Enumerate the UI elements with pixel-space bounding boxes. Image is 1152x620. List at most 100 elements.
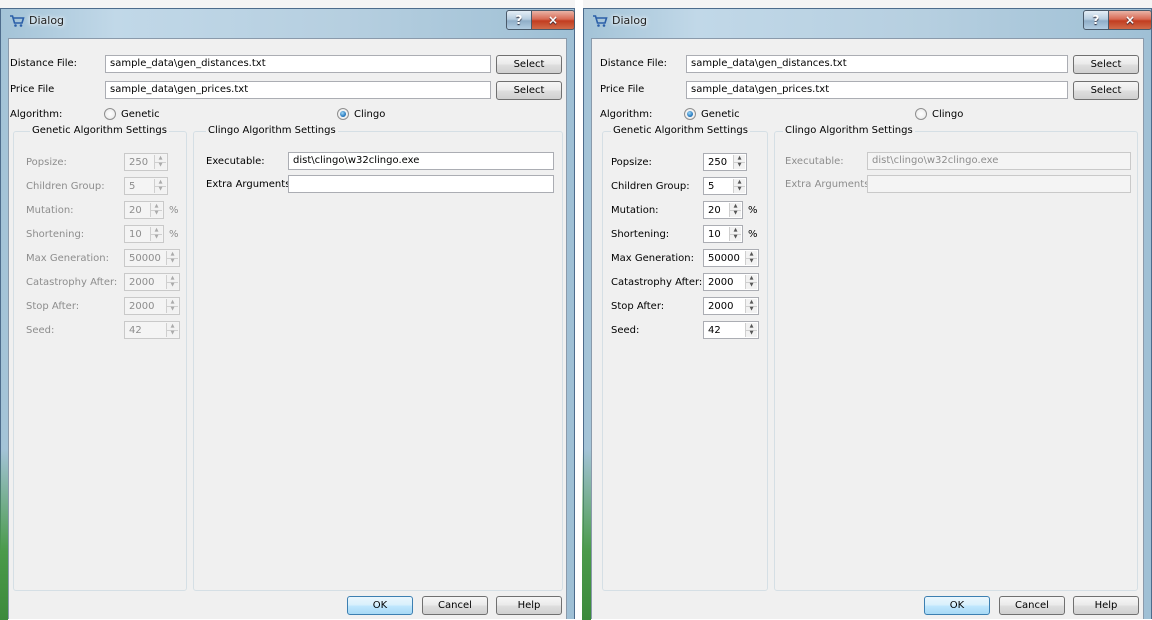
seed-spinbox[interactable]: 42 ▲ ▼ [124, 321, 180, 339]
distance-select-button[interactable]: Select [496, 55, 562, 74]
stop-after-spinbox[interactable]: 2000 ▲ ▼ [703, 297, 759, 315]
genetic-radio-label: Genetic [701, 108, 740, 120]
ok-button[interactable]: OK [924, 596, 990, 615]
radio-button[interactable] [337, 108, 349, 120]
children-group-spinbox[interactable]: 5 ▲ ▼ [124, 177, 168, 195]
param-label: Popsize: [611, 157, 652, 168]
param-label: Mutation: [611, 205, 659, 216]
popsize-spinbox[interactable]: 250 ▲ ▼ [124, 153, 168, 171]
executable-input[interactable]: dist\clingo\w32clingo.exe [867, 152, 1131, 170]
genetic-group-title: Genetic Algorithm Settings [611, 125, 750, 136]
spin-down-icon[interactable]: ▼ [167, 257, 178, 265]
spin-value: 250 [708, 157, 728, 168]
spin-arrows[interactable]: ▲ ▼ [745, 251, 757, 265]
title-bar[interactable]: Dialog ? × [1, 9, 575, 33]
executable-label: Executable: [206, 156, 265, 167]
title-help-button[interactable]: ? [506, 10, 532, 30]
radio-button[interactable] [684, 108, 696, 120]
genetic-radio[interactable]: Genetic [104, 108, 160, 120]
question-icon: ? [1092, 13, 1100, 27]
help-button[interactable]: Help [496, 596, 562, 615]
shortening-spinbox[interactable]: 10 ▲ ▼ [124, 225, 164, 243]
price-file-input[interactable]: sample_data\gen_prices.txt [105, 81, 491, 99]
spin-arrows[interactable]: ▲ ▼ [150, 203, 162, 217]
spin-down-icon[interactable]: ▼ [167, 281, 178, 289]
param-label: Stop After: [26, 301, 80, 312]
title-close-button[interactable]: × [531, 10, 575, 30]
title-close-button[interactable]: × [1108, 10, 1152, 30]
mutation-spinbox[interactable]: 20 ▲ ▼ [124, 201, 164, 219]
clingo-radio[interactable]: Clingo [337, 108, 385, 120]
radio-button[interactable] [915, 108, 927, 120]
spin-arrows[interactable]: ▲ ▼ [745, 275, 757, 289]
popsize-spinbox[interactable]: 250 ▲ ▼ [703, 153, 747, 171]
catastrophy-after-spinbox[interactable]: 2000 ▲ ▼ [703, 273, 759, 291]
spin-arrows[interactable]: ▲ ▼ [729, 203, 741, 217]
spin-down-icon[interactable]: ▼ [734, 161, 745, 169]
title-help-button[interactable]: ? [1083, 10, 1109, 30]
title-bar[interactable]: Dialog ? × [584, 9, 1152, 33]
spin-arrows[interactable]: ▲ ▼ [166, 275, 178, 289]
spin-arrows[interactable]: ▲ ▼ [745, 323, 757, 337]
spin-arrows[interactable]: ▲ ▼ [733, 179, 745, 193]
spin-down-icon[interactable]: ▼ [746, 257, 757, 265]
stop-after-spinbox[interactable]: 2000 ▲ ▼ [124, 297, 180, 315]
clingo-radio[interactable]: Clingo [915, 108, 963, 120]
price-select-button[interactable]: Select [496, 81, 562, 100]
spin-down-icon[interactable]: ▼ [730, 209, 741, 217]
param-label: Children Group: [26, 181, 105, 192]
spin-down-icon[interactable]: ▼ [155, 161, 166, 169]
spin-down-icon[interactable]: ▼ [746, 281, 757, 289]
help-button[interactable]: Help [1073, 596, 1139, 615]
spin-down-icon[interactable]: ▼ [746, 305, 757, 313]
radio-button[interactable] [104, 108, 116, 120]
spin-down-icon[interactable]: ▼ [155, 185, 166, 193]
seed-spinbox[interactable]: 42 ▲ ▼ [703, 321, 759, 339]
spin-arrows[interactable]: ▲ ▼ [166, 299, 178, 313]
catastrophy-after-spinbox[interactable]: 2000 ▲ ▼ [124, 273, 180, 291]
spin-down-icon[interactable]: ▼ [167, 329, 178, 337]
dialog-window-clingo: Dialog ? × Distance File: sample_data\ge… [0, 8, 575, 620]
cancel-button[interactable]: Cancel [999, 596, 1065, 615]
extra-arguments-input[interactable] [867, 175, 1131, 193]
mutation-spinbox[interactable]: 20 ▲ ▼ [703, 201, 743, 219]
distance-select-button[interactable]: Select [1073, 55, 1139, 74]
executable-input[interactable]: dist\clingo\w32clingo.exe [288, 152, 554, 170]
price-select-button[interactable]: Select [1073, 81, 1139, 100]
executable-label: Executable: [785, 156, 844, 167]
spin-down-icon[interactable]: ▼ [734, 185, 745, 193]
extra-arguments-label: Extra Arguments: [206, 179, 294, 190]
spin-arrows[interactable]: ▲ ▼ [733, 155, 745, 169]
spin-value: 20 [708, 205, 721, 216]
ok-button[interactable]: OK [347, 596, 413, 615]
spin-down-icon[interactable]: ▼ [730, 233, 741, 241]
price-file-input[interactable]: sample_data\gen_prices.txt [686, 81, 1068, 99]
genetic-group-title: Genetic Algorithm Settings [30, 125, 169, 136]
extra-arguments-input[interactable] [288, 175, 554, 193]
children-group-spinbox[interactable]: 5 ▲ ▼ [703, 177, 747, 195]
percent-suffix: % [748, 229, 758, 240]
max-generation-spinbox[interactable]: 50000 ▲ ▼ [124, 249, 180, 267]
max-generation-spinbox[interactable]: 50000 ▲ ▼ [703, 249, 759, 267]
spin-arrows[interactable]: ▲ ▼ [154, 155, 166, 169]
spin-arrows[interactable]: ▲ ▼ [745, 299, 757, 313]
spin-down-icon[interactable]: ▼ [151, 233, 162, 241]
spin-down-icon[interactable]: ▼ [151, 209, 162, 217]
spin-arrows[interactable]: ▲ ▼ [729, 227, 741, 241]
spin-arrows[interactable]: ▲ ▼ [166, 251, 178, 265]
spin-value: 20 [129, 205, 142, 216]
cancel-button[interactable]: Cancel [422, 596, 488, 615]
spin-value: 50000 [129, 253, 161, 264]
spin-arrows[interactable]: ▲ ▼ [154, 179, 166, 193]
spin-down-icon[interactable]: ▼ [746, 329, 757, 337]
spin-arrows[interactable]: ▲ ▼ [166, 323, 178, 337]
spin-value: 5 [129, 181, 136, 192]
distance-file-input[interactable]: sample_data\gen_distances.txt [686, 55, 1068, 73]
window-title: Dialog [29, 14, 65, 27]
spin-arrows[interactable]: ▲ ▼ [150, 227, 162, 241]
shortening-spinbox[interactable]: 10 ▲ ▼ [703, 225, 743, 243]
genetic-radio[interactable]: Genetic [684, 108, 740, 120]
spin-down-icon[interactable]: ▼ [167, 305, 178, 313]
distance-file-input[interactable]: sample_data\gen_distances.txt [105, 55, 491, 73]
price-file-label: Price File [10, 84, 55, 95]
